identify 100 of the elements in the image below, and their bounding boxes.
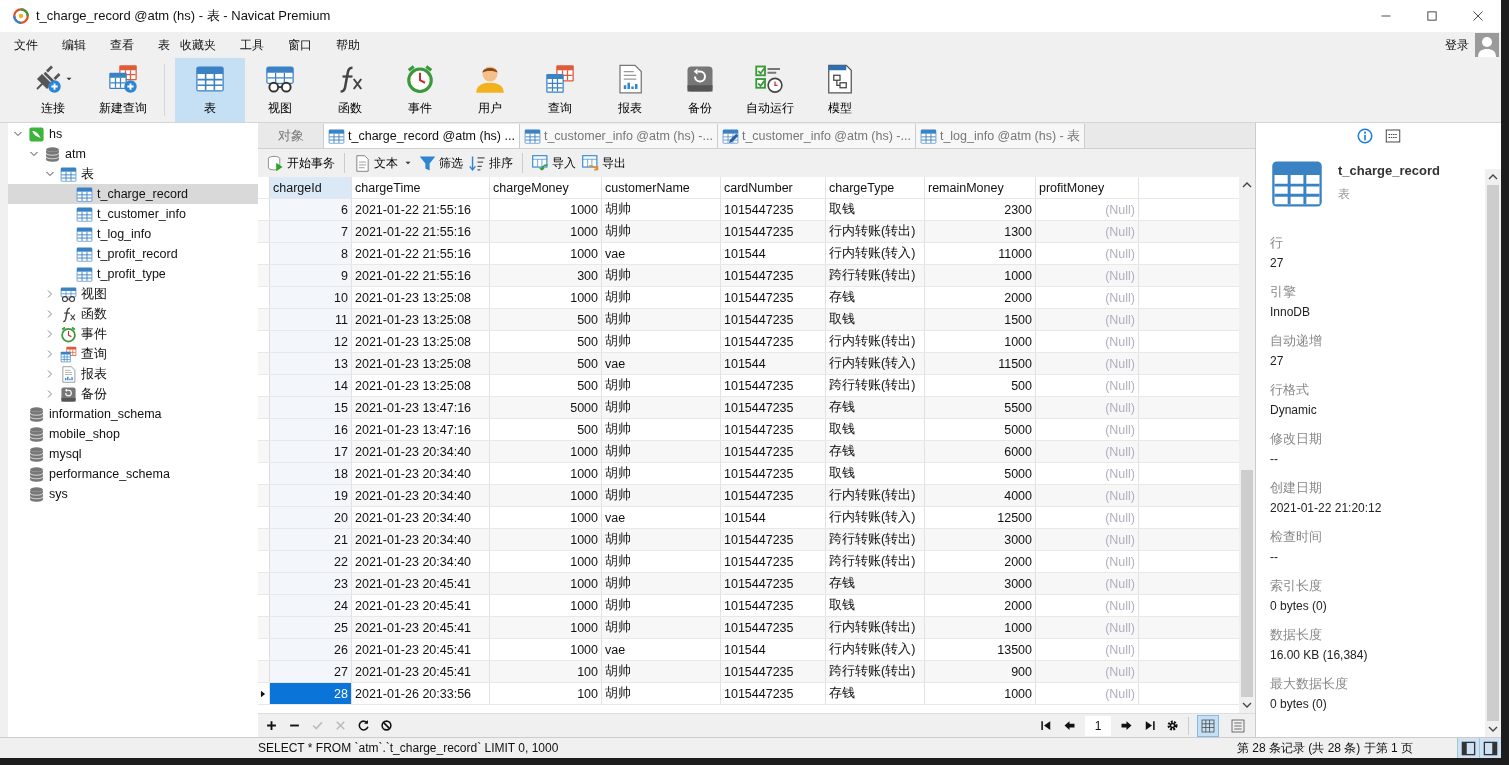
table-cell: (Null) [1036, 331, 1139, 352]
report-button[interactable]: 报表 [595, 58, 665, 122]
table-cell: 1000 [490, 441, 602, 462]
query-button[interactable]: 查询 [525, 58, 595, 122]
event-button[interactable]: 事件 [385, 58, 455, 122]
table-cell: 2021-01-23 20:45:41 [352, 661, 490, 682]
menu-item[interactable]: 编辑 [62, 36, 86, 54]
column-header[interactable]: chargeId [270, 177, 352, 198]
table-cell: 2021-01-23 20:45:41 [352, 617, 490, 638]
property-value: Dynamic [1270, 403, 1318, 417]
tab[interactable]: t_log_info @atm (hs) - 表 [915, 124, 1086, 148]
table-cell: 1000 [925, 617, 1036, 638]
table-cell: 101544 [721, 507, 826, 528]
table-cell: 1015447235 [721, 397, 826, 418]
menu-item[interactable]: 帮助 [336, 36, 360, 54]
tree-item[interactable]: 表 [8, 164, 258, 184]
table-cell: 跨行转账(转出) [826, 529, 925, 550]
table-cell: vae [602, 243, 721, 264]
tree-item[interactable]: 备份 [8, 384, 258, 404]
tree-item[interactable]: t_customer_info [8, 204, 258, 224]
table-cell: 存钱 [826, 441, 925, 462]
text-button[interactable]: 文本 [351, 152, 416, 174]
menu-item[interactable]: 收藏夹 [180, 36, 216, 54]
tree-item[interactable]: atm [8, 144, 258, 164]
table-cell: (Null) [1036, 661, 1139, 682]
column-header[interactable]: profitMoney [1036, 177, 1139, 198]
column-header[interactable]: remainMoney [925, 177, 1036, 198]
tree-item[interactable]: t_profit_type [8, 264, 258, 284]
tree-item[interactable]: t_profit_record [8, 244, 258, 264]
tree-item[interactable]: mobile_shop [8, 424, 258, 444]
function-button[interactable]: 函数 [315, 58, 385, 122]
property-label: 修改日期 [1270, 431, 1323, 448]
export-button[interactable]: 导出 [579, 152, 629, 174]
tab[interactable]: t_customer_info @atm (hs) -... [717, 124, 916, 148]
tree-item[interactable]: 报表 [8, 364, 258, 384]
menu-item[interactable]: 工具 [240, 36, 264, 54]
table-cell: 2000 [925, 287, 1036, 308]
tree-item[interactable]: information_schema [8, 404, 258, 424]
tab[interactable]: t_charge_record @atm (hs) ... [324, 124, 520, 148]
table-cell: 跨行转账(转出) [826, 661, 925, 682]
table-cell: 2021-01-23 20:34:40 [352, 441, 490, 462]
table-cell: 2021-01-22 21:55:16 [352, 265, 490, 286]
tree-item[interactable]: t_log_info [8, 224, 258, 244]
newquery-button[interactable]: 新建查询 [88, 58, 158, 122]
backup-button[interactable]: 备份 [665, 58, 735, 122]
tree-item[interactable]: performance_schema [8, 464, 258, 484]
transaction-button[interactable]: 开始事务 [264, 152, 338, 174]
table-cell: 13 [270, 353, 352, 374]
tree-item[interactable]: 视图 [8, 284, 258, 304]
table-cell: 跨行转账(转出) [826, 551, 925, 572]
tree-item[interactable]: hs [8, 124, 258, 144]
tree-item[interactable]: t_charge_record [8, 184, 258, 204]
page-field[interactable]: 1 [1085, 715, 1111, 736]
table-cell: (Null) [1036, 221, 1139, 242]
column-header[interactable]: chargeTime [352, 177, 490, 198]
table-cell: 1000 [925, 683, 1036, 704]
autorun-button[interactable]: 自动运行 [735, 58, 805, 122]
table-cell: 2021-01-23 20:34:40 [352, 551, 490, 572]
tree-item[interactable]: mysql [8, 444, 258, 464]
table-cell: vae [602, 353, 721, 374]
tree-item[interactable]: 查询 [8, 344, 258, 364]
import-button[interactable]: 导入 [529, 152, 579, 174]
menu-item[interactable]: 窗口 [288, 36, 312, 54]
menu-item[interactable]: 文件 [14, 36, 38, 54]
connect-button[interactable]: 连接 [18, 58, 88, 122]
sort-button[interactable]: 排序 [466, 152, 516, 174]
login-link[interactable]: 登录 [1445, 36, 1469, 54]
filter-button[interactable]: 筛选 [416, 152, 466, 174]
column-header[interactable]: chargeMoney [490, 177, 602, 198]
table-cell: 胡帅 [602, 573, 721, 594]
table-cell: 13500 [925, 639, 1036, 660]
view-button[interactable]: 视图 [245, 58, 315, 122]
table-cell: (Null) [1036, 199, 1139, 220]
column-header[interactable]: cardNumber [721, 177, 826, 198]
table-cell: 6 [270, 199, 352, 220]
table-button[interactable]: 表 [175, 58, 245, 122]
user-button[interactable]: 用户 [455, 58, 525, 122]
table-cell: 26 [270, 639, 352, 660]
menu-item[interactable]: 查看 [110, 36, 134, 54]
table-cell: (Null) [1036, 551, 1139, 572]
tree-item[interactable]: 事件 [8, 324, 258, 344]
object-name: t_charge_record [1338, 163, 1440, 178]
table-cell: 5000 [490, 397, 602, 418]
column-header[interactable]: chargeType [826, 177, 925, 198]
menu-item[interactable]: 表 [158, 36, 170, 54]
table-cell: 胡帅 [602, 595, 721, 616]
table-cell: 行内转账(转出) [826, 221, 925, 242]
table-cell: 101544 [721, 243, 826, 264]
tab[interactable]: t_customer_info @atm (hs) -... [519, 124, 718, 148]
table-cell: 100 [490, 683, 602, 704]
column-header[interactable]: customerName [602, 177, 721, 198]
table-cell: (Null) [1036, 639, 1139, 660]
table-cell: 1000 [490, 287, 602, 308]
table-cell: 1015447235 [721, 551, 826, 572]
tree-item[interactable]: 函数 [8, 304, 258, 324]
model-button[interactable]: 模型 [805, 58, 875, 122]
property-label: 自动递增 [1270, 333, 1323, 350]
table-cell: 2021-01-23 13:25:08 [352, 375, 490, 396]
tree-item[interactable]: sys [8, 484, 258, 504]
table-cell: 10 [270, 287, 352, 308]
